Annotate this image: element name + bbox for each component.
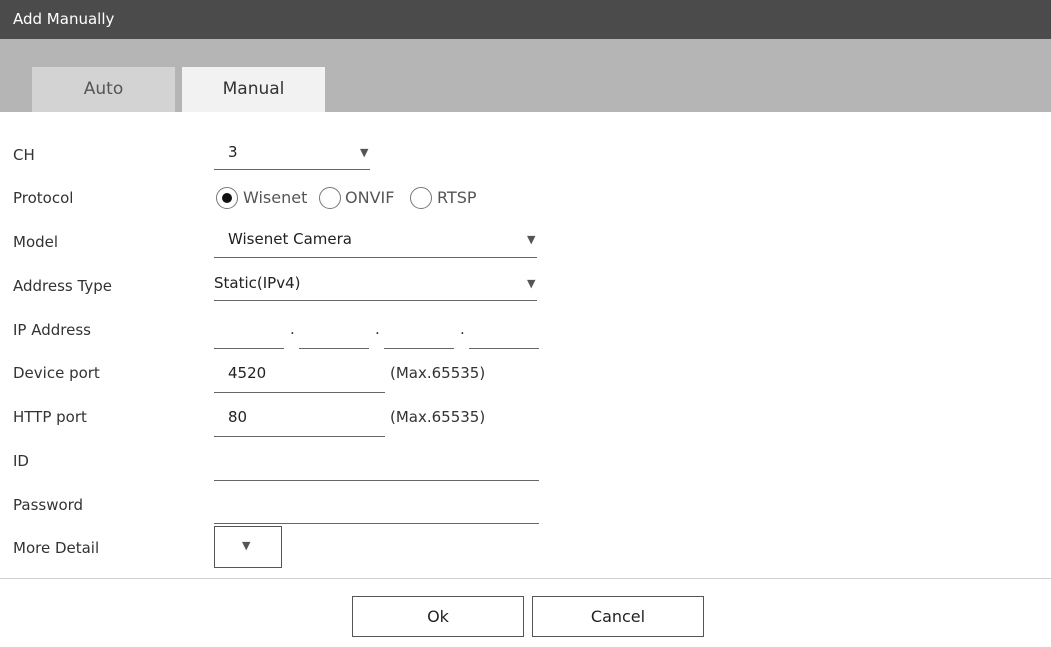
- radio-selected-dot: [222, 193, 232, 203]
- device-port-label: Device port: [13, 364, 100, 382]
- ch-select[interactable]: 3 ▼: [214, 140, 370, 170]
- caret-down-icon: ▼: [242, 539, 251, 552]
- device-port-value: 4520: [228, 364, 267, 382]
- chevron-down-icon: ▼: [360, 146, 369, 159]
- chevron-down-icon: ▼: [527, 233, 536, 246]
- http-port-value: 80: [228, 408, 248, 426]
- tab-manual[interactable]: Manual: [182, 67, 325, 112]
- ip-address-label: IP Address: [13, 321, 91, 339]
- more-detail-label: More Detail: [13, 539, 100, 557]
- tab-auto[interactable]: Auto: [32, 67, 175, 112]
- more-detail-toggle[interactable]: ▼: [214, 526, 282, 568]
- http-port-hint: (Max.65535): [390, 408, 486, 426]
- model-label: Model: [13, 233, 59, 251]
- http-port-label: HTTP port: [13, 408, 87, 426]
- address-type-select[interactable]: Static(IPv4) ▼: [214, 270, 537, 301]
- device-port-hint: (Max.65535): [390, 364, 486, 382]
- ip-separator: .: [375, 320, 380, 338]
- ip-separator: .: [290, 320, 295, 338]
- http-port-input[interactable]: 80: [214, 401, 385, 437]
- ch-label: CH: [13, 146, 35, 164]
- address-type-label: Address Type: [13, 277, 112, 295]
- radio-onvif-label[interactable]: ONVIF: [345, 188, 394, 207]
- ip-octet-3[interactable]: [384, 318, 454, 349]
- radio-rtsp[interactable]: [410, 187, 432, 209]
- cancel-button[interactable]: Cancel: [532, 596, 704, 637]
- tab-bar: Auto Manual: [0, 39, 1051, 112]
- model-select[interactable]: Wisenet Camera ▼: [214, 226, 537, 258]
- radio-wisenet-label[interactable]: Wisenet: [243, 188, 307, 207]
- password-label: Password: [13, 496, 84, 514]
- chevron-down-icon: ▼: [527, 277, 536, 290]
- device-port-input[interactable]: 4520: [214, 357, 385, 393]
- footer-divider: [0, 578, 1051, 579]
- radio-wisenet[interactable]: [216, 187, 238, 209]
- radio-rtsp-label[interactable]: RTSP: [437, 188, 477, 207]
- password-input[interactable]: [214, 488, 539, 524]
- ip-octet-1[interactable]: [214, 318, 284, 349]
- model-value: Wisenet Camera: [228, 230, 352, 248]
- ip-octet-4[interactable]: [469, 318, 539, 349]
- ch-value: 3: [228, 143, 238, 161]
- id-label: ID: [13, 452, 29, 470]
- window-title: Add Manually: [0, 0, 1051, 39]
- id-input[interactable]: [214, 445, 539, 481]
- address-type-value: Static(IPv4): [214, 274, 301, 292]
- ip-separator: .: [460, 320, 465, 338]
- ok-button[interactable]: Ok: [352, 596, 524, 637]
- radio-onvif[interactable]: [319, 187, 341, 209]
- protocol-label: Protocol: [13, 189, 74, 207]
- ip-octet-2[interactable]: [299, 318, 369, 349]
